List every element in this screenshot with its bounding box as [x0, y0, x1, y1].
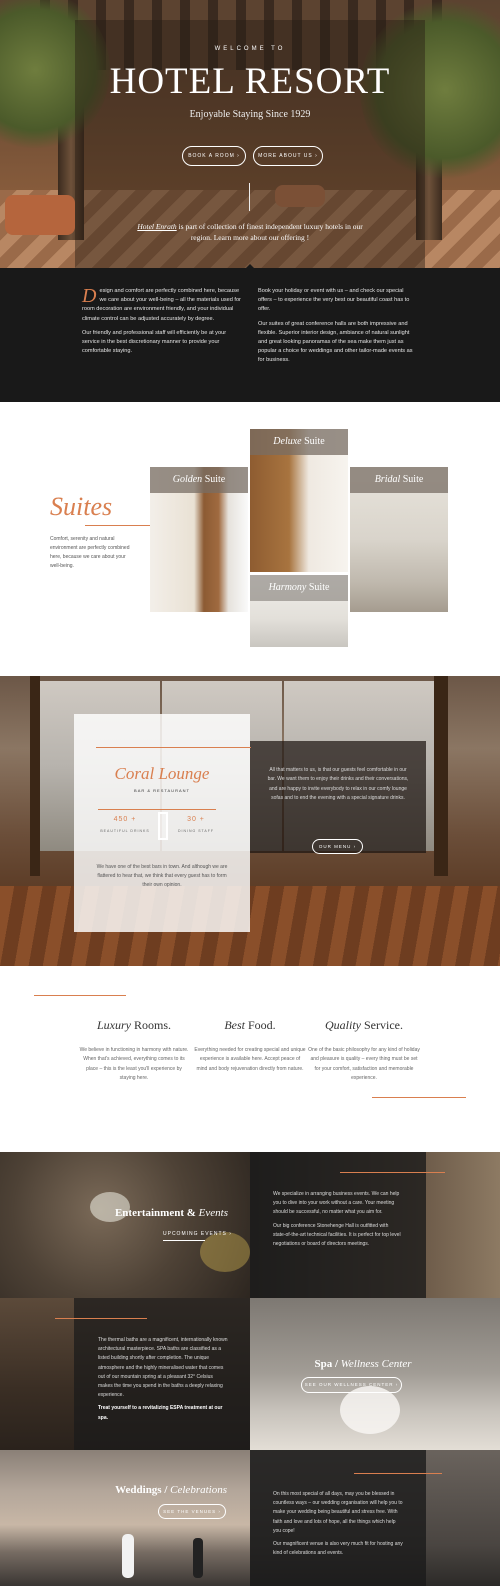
features-line-top — [34, 995, 126, 996]
hero-title: HOTEL RESORT — [109, 61, 391, 102]
suite-caption: Deluxe Suite — [250, 429, 348, 455]
feature-title: Best Food. — [224, 1018, 276, 1032]
feature-text: We believe in functioning in harmony wit… — [79, 1047, 189, 1082]
coral-divider — [98, 809, 216, 810]
feature-text: One of the basic philosophy for any kind… — [308, 1047, 420, 1082]
features-section: Luxury Rooms. We believe in functioning … — [0, 966, 500, 1152]
coral-title: Coral Lounge — [114, 764, 210, 783]
entertainment-photo — [0, 1152, 250, 1298]
hero-sofa — [5, 195, 75, 235]
suite-card-bridal[interactable]: Bridal Suite — [350, 467, 448, 612]
suites-text: Comfort, serenity and natural environmen… — [50, 536, 130, 569]
bride-figure — [122, 1534, 134, 1578]
feature-title: Quality Service. — [325, 1018, 403, 1032]
groom-figure — [193, 1538, 203, 1578]
intro-paragraph: esign and comfort are perfectly combined… — [82, 288, 241, 322]
stat-label: BEAUTIFUL DRINKS — [100, 829, 150, 833]
stat-number: 30 + — [187, 816, 205, 823]
link-underline — [163, 1240, 205, 1241]
intro-paragraph: Our suites of great conference halls are… — [258, 320, 413, 364]
spa-title: Spa / Wellness Center — [314, 1358, 412, 1370]
suite-card-harmony[interactable]: Harmony Suite — [250, 575, 348, 647]
intro-left: Design and comfort are perfectly combine… — [82, 285, 242, 361]
feature-title: Luxury Rooms. — [96, 1018, 171, 1032]
stat-label: DINING STAFF — [177, 829, 215, 833]
book-room-button[interactable]: BOOK A ROOM › — [182, 146, 246, 166]
hero-note-text: is part of collection of finest independ… — [176, 222, 363, 242]
entertainment-section: Entertainment & Events UPCOMING EVENTS ›… — [0, 1152, 500, 1298]
see-venues-button[interactable]: SEE THE VENUES › — [158, 1504, 226, 1519]
window-frame — [30, 676, 40, 876]
suite-caption: Bridal Suite — [350, 467, 448, 493]
coral-right-text: All that matters to us, is that our gues… — [267, 767, 409, 802]
hero-subtitle: Enjoyable Staying Since 1929 — [189, 109, 311, 120]
wellness-center-button[interactable]: SEE OUR WELLNESS CENTER › — [301, 1377, 402, 1393]
our-menu-button[interactable]: OUR MENU › — [312, 839, 363, 854]
intro-paragraph: Book your holiday or event with us – and… — [258, 288, 410, 313]
hero-section: WELCOME TO HOTEL RESORT Enjoyable Stayin… — [0, 0, 500, 268]
feature-luxury: Luxury Rooms. We believe in functioning … — [78, 1018, 190, 1084]
more-about-button[interactable]: MORE ABOUT US › — [253, 146, 323, 166]
intro-section: Design and comfort are perfectly combine… — [0, 268, 500, 402]
suites-title: Suites — [50, 492, 113, 521]
suite-caption: Harmony Suite — [250, 575, 348, 601]
feature-food: Best Food. Everything needed for creatin… — [194, 1018, 306, 1074]
spa-stones — [340, 1386, 400, 1434]
entertainment-title: Entertainment & Events — [114, 1207, 228, 1219]
coral-subtitle: BAR & RESTAURANT — [134, 788, 190, 793]
stat-separator — [158, 812, 168, 840]
flower — [200, 1232, 250, 1272]
intro-paragraph: Our friendly and professional staff will… — [82, 329, 227, 355]
suite-card-golden[interactable]: Golden Suite — [150, 467, 248, 612]
intro-right: Book your holiday or event with us – and… — [258, 287, 418, 371]
weddings-text: On this most special of all days, may yo… — [273, 1491, 403, 1557]
coral-text: We have one of the best bars in town. An… — [96, 864, 228, 888]
spa-section: The thermal baths are a magnificent, int… — [0, 1298, 500, 1450]
features-line-bottom — [372, 1097, 466, 1098]
entertainment-text: We specialize in arranging business even… — [273, 1191, 401, 1248]
upcoming-events-link[interactable]: UPCOMING EVENTS › — [163, 1231, 232, 1237]
weddings-section: Weddings / Celebrations SEE THE VENUES ›… — [0, 1450, 500, 1586]
feature-text: Everything needed for creating special a… — [194, 1047, 306, 1072]
spa-line — [55, 1318, 147, 1319]
hero-divider — [249, 183, 250, 211]
hero-welcome: WELCOME TO — [214, 46, 286, 52]
weddings-title: Weddings / Celebrations — [115, 1484, 227, 1496]
feature-service: Quality Service. One of the basic philos… — [308, 1018, 420, 1084]
hotel-link[interactable]: Hotel Enrath — [137, 222, 176, 231]
window-frame — [434, 676, 448, 876]
hero-note: Hotel Enrath is part of collection of fi… — [130, 221, 370, 243]
suite-card-deluxe[interactable]: Deluxe Suite — [250, 429, 348, 572]
stat-number: 450 + — [113, 816, 137, 823]
spa-text: The thermal baths are a magnificent, int… — [98, 1337, 228, 1421]
suite-caption: Golden Suite — [150, 467, 248, 493]
drop-cap: D — [82, 285, 97, 307]
stat-drinks: 450 + BEAUTIFUL DRINKS — [100, 816, 150, 833]
stat-staff: 30 + DINING STAFF — [171, 816, 221, 833]
entertainment-line — [340, 1172, 445, 1173]
coral-accent-line — [96, 747, 251, 748]
suites-section: Suites Comfort, serenity and natural env… — [0, 402, 500, 676]
weddings-line — [354, 1473, 442, 1474]
